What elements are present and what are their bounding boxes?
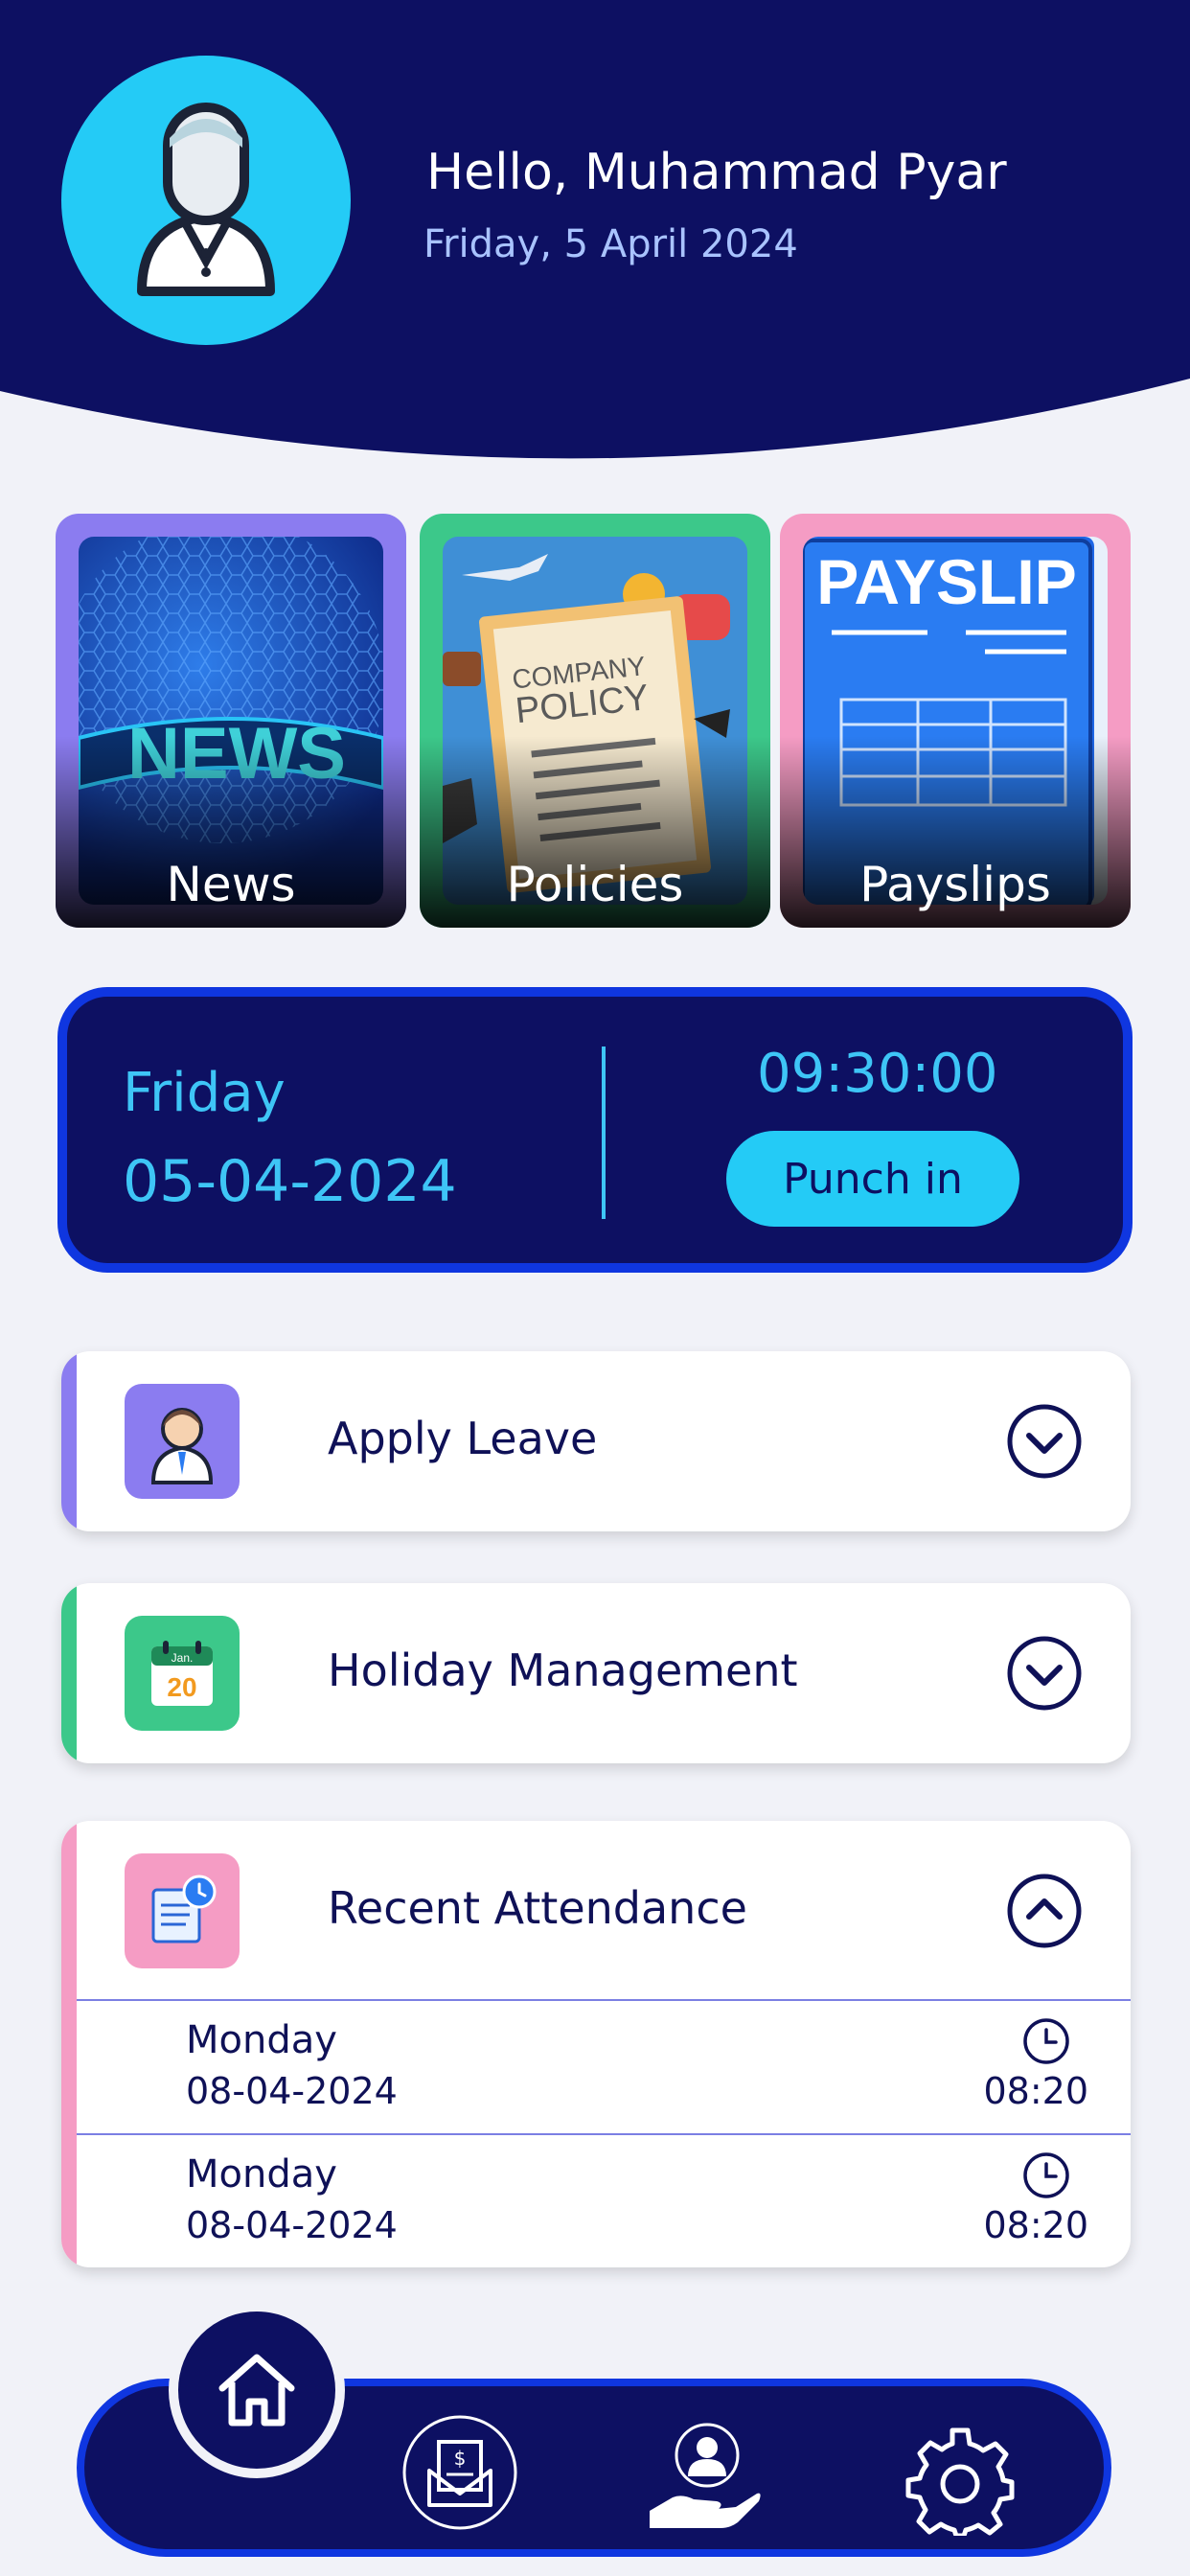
policies-card-label: Policies <box>506 857 684 912</box>
apply-leave-accent <box>61 1351 77 1531</box>
calendar-day: 20 <box>167 1672 196 1702</box>
settings-gear-icon <box>905 2427 1015 2536</box>
punch-divider <box>602 1046 606 1219</box>
user-avatar-icon <box>137 103 275 296</box>
punch-time: 09:30:00 <box>757 1043 998 1105</box>
attendance-row: Monday 08-04-2024 08:20 <box>77 1999 1131 2135</box>
employee-icon <box>125 1384 240 1499</box>
holiday-accent <box>61 1583 77 1763</box>
greeting-text: Hello, Muhammad Pyar <box>426 144 1007 201</box>
nav-payslip-button[interactable]: $ <box>400 2413 519 2532</box>
payslips-card[interactable]: PAYSLIP Payslips <box>780 514 1131 928</box>
home-icon <box>218 2354 295 2426</box>
svg-text:$: $ <box>454 2447 467 2470</box>
attendance-scroll-icon <box>125 1853 240 1968</box>
holiday-management-section[interactable]: Jan. 20 Holiday Management <box>61 1583 1131 1763</box>
header-date: Friday, 5 April 2024 <box>423 222 798 266</box>
calendar-icon: Jan. 20 <box>125 1616 240 1731</box>
holiday-management-title: Holiday Management <box>328 1644 798 1696</box>
clock-icon <box>1023 2152 1069 2198</box>
calendar-month: Jan. <box>172 1651 194 1665</box>
recent-attendance-title: Recent Attendance <box>328 1882 747 1934</box>
attendance-time: 08:20 <box>983 2204 1088 2246</box>
policies-card[interactable]: COMPANY POLICY Policies <box>420 514 770 928</box>
chevron-down-icon[interactable] <box>1006 1635 1083 1712</box>
attendance-row: Monday 08-04-2024 08:20 <box>77 2133 1131 2267</box>
attendance-date: 08-04-2024 <box>186 2070 398 2112</box>
nav-home-button[interactable] <box>169 2302 345 2478</box>
attendance-accent <box>61 1821 77 2267</box>
employee-care-icon <box>650 2423 761 2528</box>
apply-leave-section[interactable]: Apply Leave <box>61 1351 1131 1531</box>
punch-date: 05-04-2024 <box>123 1148 457 1215</box>
punch-in-button[interactable]: Punch in <box>726 1131 1019 1227</box>
nav-employee-care-button[interactable] <box>644 2417 763 2536</box>
payslips-card-label: Payslips <box>859 857 1051 912</box>
punch-day: Friday <box>123 1062 286 1124</box>
attendance-day: Monday <box>186 2018 337 2062</box>
clock-icon <box>1023 2018 1069 2064</box>
attendance-day: Monday <box>186 2152 337 2196</box>
chevron-up-icon[interactable] <box>1006 1873 1083 1949</box>
chevron-down-icon[interactable] <box>1006 1403 1083 1480</box>
punch-card: Friday 05-04-2024 09:30:00 Punch in <box>57 987 1133 1273</box>
payslip-envelope-icon: $ <box>402 2415 517 2530</box>
recent-attendance-section: Recent Attendance Monday 08-04-2024 08:2… <box>61 1821 1131 2267</box>
news-card-label: News <box>166 857 296 912</box>
attendance-time: 08:20 <box>983 2070 1088 2112</box>
apply-leave-title: Apply Leave <box>328 1413 598 1464</box>
payslip-art-text: PAYSLIP <box>816 546 1076 617</box>
nav-settings-button[interactable] <box>904 2425 1016 2536</box>
avatar[interactable] <box>61 56 351 345</box>
attendance-date: 08-04-2024 <box>186 2204 398 2246</box>
news-card[interactable]: NEWS News <box>56 514 406 928</box>
